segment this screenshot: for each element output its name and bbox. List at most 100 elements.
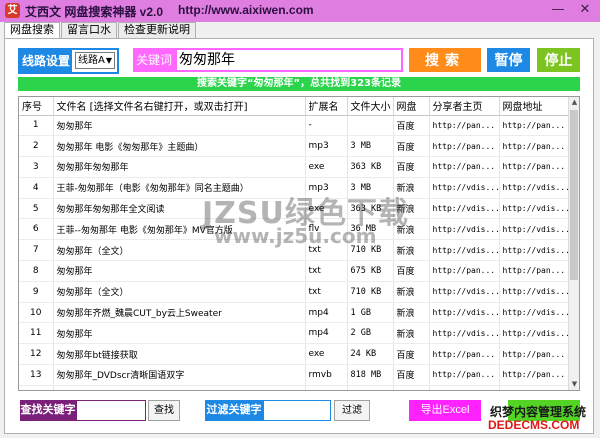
cell-filename[interactable]: 匆匆那年 电影《匆匆那年》主题曲） [53, 135, 306, 158]
table-row[interactable]: 13 匆匆那年_DVDscr清晰国语双字 rmvb 818 MB 百度 http://pa… [19, 364, 570, 386]
cell-filename[interactable]: 王菲-匆匆那年（电影《匆匆那年》同名主题曲） [53, 177, 306, 199]
cell-disk[interactable]: 新浪 [393, 177, 430, 199]
table-row[interactable]: 14匆匆那年.Fleet.of.Time.2014.720P.X264.AAC … [19, 385, 570, 390]
cell-filename[interactable]: 匆匆那年 [53, 115, 306, 137]
filter-button[interactable]: 过滤 [334, 400, 370, 421]
export-excel-button[interactable]: 导出Excel [409, 400, 481, 421]
filter-keyword-input[interactable] [263, 400, 331, 421]
cell-filename[interactable]: 匆匆那年 [53, 260, 306, 282]
cell-disk[interactable]: 百度 [393, 364, 430, 386]
cell-sharer-home[interactable]: http://pan... [429, 260, 500, 282]
table-row[interactable]: 4 王菲-匆匆那年（电影《匆匆那年》同名主题曲） mp3 3 MB 新浪 http://v… [19, 177, 570, 199]
find-keyword-input[interactable] [76, 400, 146, 421]
cell-disk-url[interactable]: http://pan... [499, 260, 570, 282]
cell-extension[interactable]: mp4 [305, 302, 348, 324]
keyword-input[interactable]: 匆匆那年 [175, 48, 403, 72]
scroll-down-icon[interactable]: ▼ [569, 379, 579, 390]
cell-extension[interactable]: mp3 [305, 177, 348, 199]
cell-filename[interactable]: 匆匆那年匆匆那年全文阅读 [53, 198, 306, 220]
table-row[interactable]: 5 匆匆那年匆匆那年全文阅读 exe 363 KB 新浪 http://vdis... ht… [19, 198, 570, 220]
cell-filename[interactable]: 匆匆那年匆匆那年 [53, 156, 306, 178]
column-header-sharer-home[interactable]: 分享者主页 [429, 97, 500, 116]
column-header-disk[interactable]: 网盘 [393, 97, 430, 116]
pause-button[interactable]: 暂停 [487, 48, 530, 72]
cell-index[interactable]: 6 [19, 218, 54, 241]
cell-index[interactable]: 3 [19, 156, 54, 178]
cell-index[interactable]: 10 [19, 302, 54, 324]
cell-disk[interactable]: 新浪 [393, 385, 430, 390]
cell-filename[interactable]: 匆匆那年 [53, 322, 306, 345]
cell-size[interactable]: 675 KB [347, 260, 394, 282]
cell-filename[interactable]: 匆匆那年bt链接获取 [53, 343, 306, 366]
cell-index[interactable]: 11 [19, 322, 54, 345]
cell-index[interactable]: 8 [19, 260, 54, 282]
cell-extension[interactable]: rmvb [305, 364, 348, 386]
column-header-index[interactable]: 序号 [19, 97, 54, 116]
cell-disk[interactable]: 百度 [393, 343, 430, 366]
cell-disk[interactable]: 新浪 [393, 302, 430, 324]
cell-disk-url[interactable]: http://pan... [499, 343, 570, 366]
cell-index[interactable]: 9 [19, 281, 54, 303]
cell-extension[interactable]: txt [305, 260, 348, 282]
tab-messages[interactable]: 留言口水 [61, 22, 117, 39]
cell-size[interactable]: 24 KB [347, 343, 394, 366]
cell-extension[interactable]: mp4 [305, 322, 348, 345]
cell-sharer-home[interactable]: http://pan... [429, 156, 500, 178]
cell-sharer-home[interactable]: http://pan... [429, 115, 500, 137]
vertical-scrollbar[interactable]: ▲ ▼ [568, 97, 579, 390]
table-row[interactable]: 8 匆匆那年 txt 675 KB 百度 http://pan... http://pan.… [19, 260, 570, 282]
table-row[interactable]: 1 匆匆那年 - 百度 http://pan... http://pan... [19, 115, 570, 137]
cell-disk[interactable]: 百度 [393, 156, 430, 178]
cell-size[interactable]: 818 MB [347, 364, 394, 386]
column-header-size[interactable]: 文件大小 [347, 97, 394, 116]
table-row[interactable]: 10 匆匆那年齐燃_魏晨CUT_by云上Sweater mp4 1 GB 新浪 http:… [19, 302, 570, 324]
cell-index[interactable]: 4 [19, 177, 54, 199]
cell-index[interactable]: 2 [19, 135, 54, 158]
cell-disk[interactable]: 新浪 [393, 239, 430, 262]
stop-button[interactable]: 停止 [537, 48, 580, 72]
cell-size[interactable]: 363 KB [347, 198, 394, 220]
route-select[interactable]: 线路A ▼ [75, 52, 115, 69]
cell-filename[interactable]: 匆匆那年齐燃_魏晨CUT_by云上Sweater [53, 302, 306, 324]
cell-index[interactable]: 5 [19, 198, 54, 220]
cell-extension[interactable]: exe [305, 156, 348, 178]
cell-disk-url[interactable]: http://vdis... [499, 177, 570, 199]
cell-disk[interactable]: 百度 [393, 115, 430, 137]
column-header-disk-url[interactable]: 网盘地址 [499, 97, 570, 116]
cell-size[interactable]: 3 MB [347, 135, 394, 158]
cell-sharer-home[interactable]: http://vdis... [429, 218, 500, 241]
cell-index[interactable]: 7 [19, 239, 54, 262]
cell-index[interactable]: 1 [19, 115, 54, 137]
cell-size[interactable]: 3 MB [347, 177, 394, 199]
column-header-extension[interactable]: 扩展名 [305, 97, 348, 116]
cell-sharer-home[interactable]: http://vdis... [429, 322, 500, 345]
cell-size[interactable]: 26 KB [347, 385, 394, 390]
cell-disk-url[interactable]: http://vdis... [499, 239, 570, 262]
close-button[interactable]: ✕ [572, 0, 598, 22]
table-row[interactable]: 12 匆匆那年bt链接获取 exe 24 KB 百度 http://pan... http:… [19, 343, 570, 366]
cell-index[interactable]: 14 [19, 385, 54, 390]
cell-sharer-home[interactable]: http://pan... [429, 343, 500, 366]
cell-sharer-home[interactable]: http://vdis... [429, 198, 500, 220]
table-row[interactable]: 2 匆匆那年 电影《匆匆那年》主题曲） mp3 3 MB 百度 http://pan...… [19, 135, 570, 158]
cell-disk[interactable]: 百度 [393, 135, 430, 158]
tab-update-notes[interactable]: 检查更新说明 [118, 22, 196, 39]
cell-extension[interactable]: torrent [305, 385, 348, 390]
cell-disk-url[interactable]: http://pan... [499, 364, 570, 386]
cell-filename[interactable]: 匆匆那年（全文） [53, 281, 306, 303]
cell-filename[interactable]: 匆匆那年_DVDscr清晰国语双字 [53, 364, 306, 386]
cell-index[interactable]: 12 [19, 343, 54, 366]
scrollbar-thumb[interactable] [570, 110, 578, 280]
cell-size[interactable]: 710 KB [347, 281, 394, 303]
table-row[interactable]: 11 匆匆那年 mp4 2 GB 新浪 http://vdis... http://vdis… [19, 322, 570, 345]
cell-extension[interactable]: exe [305, 198, 348, 220]
cell-sharer-home[interactable]: http://vdis... [429, 302, 500, 324]
search-button[interactable]: 搜索 [409, 48, 481, 72]
cell-disk[interactable]: 新浪 [393, 198, 430, 220]
minimize-button[interactable]: — [545, 0, 571, 22]
cell-disk-url[interactable]: http://pan... [499, 115, 570, 137]
cell-extension[interactable]: txt [305, 281, 348, 303]
cell-disk[interactable]: 新浪 [393, 281, 430, 303]
cell-sharer-home[interactable]: http://pan... [429, 364, 500, 386]
cell-extension[interactable]: - [305, 115, 348, 137]
